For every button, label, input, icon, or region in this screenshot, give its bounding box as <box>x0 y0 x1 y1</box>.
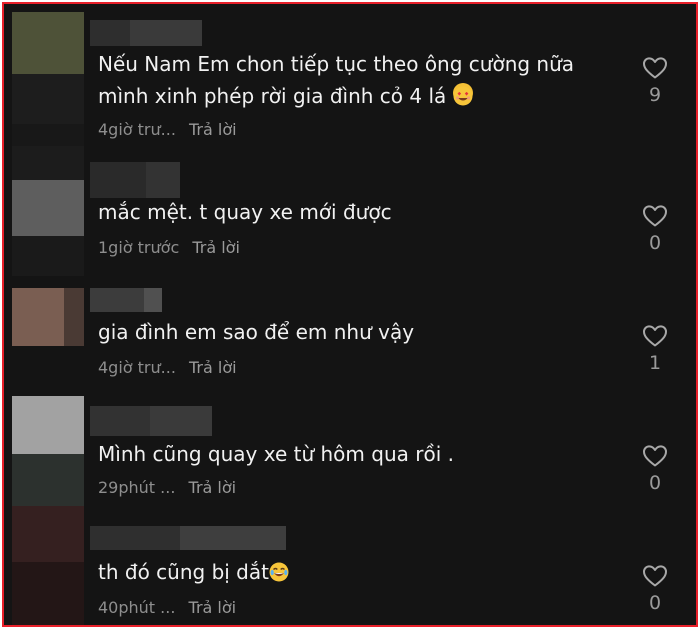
username-pixel <box>90 20 130 46</box>
username[interactable] <box>90 288 162 312</box>
like-count: 0 <box>648 472 662 494</box>
comment-text-content: th đó cũng bị dắt <box>98 560 269 584</box>
heart-outline-icon <box>643 445 667 467</box>
like-button[interactable]: 0 <box>638 444 672 494</box>
comment-time: 4giờ trư... <box>98 120 176 139</box>
username-pixel <box>144 288 162 312</box>
comment-meta: 1giờ trước Trả lời <box>98 238 240 257</box>
username-pixel <box>150 406 212 436</box>
comment-text-content: mắc mệt. t quay xe mới được <box>98 200 392 224</box>
username-pixel <box>146 162 180 198</box>
reply-button[interactable]: Trả lời <box>189 598 237 617</box>
avatar-pixel <box>12 236 84 276</box>
reply-button[interactable]: Trả lời <box>189 120 237 139</box>
like-count: 0 <box>648 592 662 614</box>
username[interactable] <box>90 162 180 198</box>
username[interactable] <box>90 20 202 46</box>
username-pixel <box>90 406 150 436</box>
comment-time: 29phút ... <box>98 478 176 497</box>
comment-time: 1giờ trước <box>98 238 180 257</box>
avatar-pixel <box>12 288 64 346</box>
comment-item: th đó cũng bị dắt 40phút ... Trả lời 0 <box>4 506 696 625</box>
username-pixel <box>130 20 202 46</box>
comment-text-content: Nếu Nam Em chon tiếp tục theo ông cường … <box>98 52 575 108</box>
comment-meta: 29phút ... Trả lời <box>98 478 236 497</box>
comment-meta: 4giờ trư... Trả lời <box>98 358 237 377</box>
heart-eyes-emoji-icon <box>452 83 473 106</box>
avatar-pixel <box>12 180 84 236</box>
comment-text: mắc mệt. t quay xe mới được <box>98 196 618 228</box>
username-pixel <box>90 288 144 312</box>
comment-item: gia đình em sao để em như vậy 4giờ trư..… <box>4 276 696 396</box>
heart-outline-icon <box>643 57 667 79</box>
comment-item: Mình cũng quay xe từ hôm qua rồi . 29phú… <box>4 396 696 506</box>
comment-time: 4giờ trư... <box>98 358 176 377</box>
like-button[interactable]: 1 <box>638 324 672 374</box>
tears-of-joy-emoji-icon <box>269 559 289 582</box>
avatar-pixel <box>64 288 84 346</box>
reply-button[interactable]: Trả lời <box>192 238 240 257</box>
username-pixel <box>180 526 286 550</box>
avatar[interactable] <box>12 506 84 625</box>
avatar-pixel <box>12 396 84 454</box>
comment-text: gia đình em sao để em như vậy <box>98 316 618 348</box>
like-count: 1 <box>648 352 662 374</box>
username-pixel <box>90 162 146 198</box>
like-count: 0 <box>648 232 662 254</box>
username[interactable] <box>90 526 286 550</box>
comment-text: Mình cũng quay xe từ hôm qua rồi . <box>98 438 618 470</box>
avatar[interactable] <box>12 396 84 506</box>
comment-text-content: Mình cũng quay xe từ hôm qua rồi . <box>98 442 454 466</box>
avatar[interactable] <box>12 146 84 276</box>
like-button[interactable]: 0 <box>638 564 672 614</box>
comment-list: Nếu Nam Em chon tiếp tục theo ông cường … <box>2 2 698 627</box>
avatar[interactable] <box>12 12 84 152</box>
comment-text-content: gia đình em sao để em như vậy <box>98 320 415 344</box>
avatar-pixel <box>12 146 84 180</box>
avatar-pixel <box>12 454 84 506</box>
heart-outline-icon <box>643 205 667 227</box>
avatar-pixel <box>12 74 84 124</box>
comment-meta: 4giờ trư... Trả lời <box>98 120 237 139</box>
username[interactable] <box>90 406 212 436</box>
comment-meta: 40phút ... Trả lời <box>98 598 236 617</box>
reply-button[interactable]: Trả lời <box>189 478 237 497</box>
username-pixel <box>90 526 180 550</box>
comment-item: mắc mệt. t quay xe mới được 1giờ trước T… <box>4 146 696 276</box>
comment-text: Nếu Nam Em chon tiếp tục theo ông cường … <box>98 48 618 112</box>
comment-time: 40phút ... <box>98 598 176 617</box>
comment-item: Nếu Nam Em chon tiếp tục theo ông cường … <box>4 4 696 152</box>
avatar-pixel <box>12 562 84 625</box>
avatar[interactable] <box>12 288 84 346</box>
comment-text: th đó cũng bị dắt <box>98 556 618 588</box>
like-button[interactable]: 9 <box>638 56 672 106</box>
avatar-pixel <box>12 506 84 562</box>
like-count: 9 <box>648 84 662 106</box>
heart-outline-icon <box>643 325 667 347</box>
reply-button[interactable]: Trả lời <box>189 358 237 377</box>
like-button[interactable]: 0 <box>638 204 672 254</box>
avatar-pixel <box>12 12 84 74</box>
heart-outline-icon <box>643 565 667 587</box>
